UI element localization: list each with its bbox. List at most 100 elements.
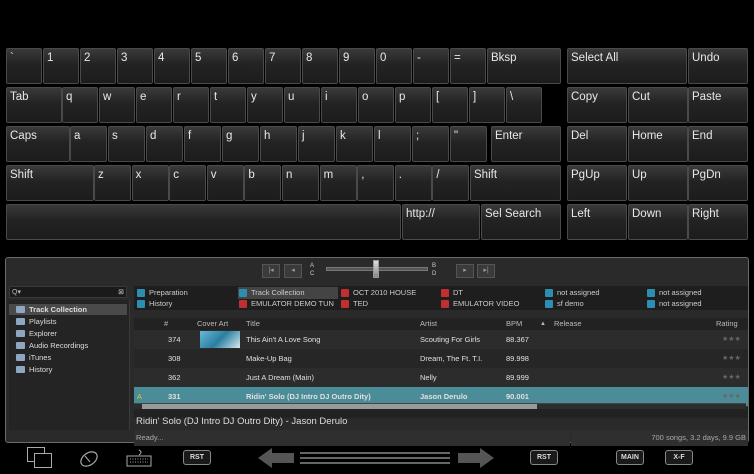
skip-start-button[interactable]: |◂ bbox=[262, 264, 280, 278]
key-r3-1[interactable]: a bbox=[70, 126, 107, 162]
key-r4-4[interactable]: v bbox=[206, 165, 244, 201]
favorite-slot-9[interactable]: EMULATOR VIDEO bbox=[440, 298, 540, 310]
tree-item-1[interactable]: Playlists bbox=[9, 316, 127, 327]
rating-stars[interactable]: ★★★ bbox=[722, 330, 741, 349]
edit-key-3-0[interactable]: PgUp bbox=[567, 165, 627, 201]
edit-key-2-1[interactable]: Home bbox=[628, 126, 688, 162]
edit-key-4-1[interactable]: Down bbox=[628, 204, 688, 240]
key-r2-8[interactable]: i bbox=[321, 87, 357, 123]
key-2[interactable]: 2 bbox=[80, 48, 116, 84]
col-header-artist[interactable]: Artist bbox=[420, 318, 437, 330]
horizontal-scrollbar[interactable] bbox=[134, 403, 746, 409]
key-1[interactable]: 1 bbox=[43, 48, 79, 84]
tree-item-3[interactable]: Audio Recordings bbox=[9, 340, 127, 351]
key-r3-6[interactable]: h bbox=[260, 126, 297, 162]
key-r3-3[interactable]: d bbox=[146, 126, 183, 162]
key-11[interactable]: - bbox=[413, 48, 449, 84]
key-0[interactable]: ` bbox=[6, 48, 42, 84]
http-key[interactable]: http:// bbox=[402, 204, 480, 240]
table-row[interactable]: 362 Just A Dream (Main) Nelly 89.999 ★★★ bbox=[134, 368, 748, 388]
key-r2-7[interactable]: u bbox=[284, 87, 320, 123]
favorite-slot-7[interactable]: EMULATOR DEMO TUN bbox=[238, 298, 338, 310]
key-r2-5[interactable]: t bbox=[210, 87, 246, 123]
key-r3-8[interactable]: k bbox=[336, 126, 373, 162]
key-10[interactable]: 0 bbox=[376, 48, 412, 84]
mouse-icon[interactable] bbox=[76, 447, 102, 469]
prev-button[interactable]: ◂ bbox=[284, 264, 302, 278]
space-key[interactable] bbox=[6, 204, 401, 240]
key-r2-6[interactable]: y bbox=[247, 87, 283, 123]
key-4[interactable]: 4 bbox=[154, 48, 190, 84]
favorite-slot-8[interactable]: TED bbox=[340, 298, 440, 310]
key-r4-6[interactable]: n bbox=[282, 165, 319, 201]
key-r4-3[interactable]: c bbox=[169, 165, 207, 201]
key-r4-9[interactable]: . bbox=[394, 165, 432, 201]
key-r4-5[interactable]: b bbox=[244, 165, 282, 201]
caps-key[interactable]: Caps bbox=[6, 126, 70, 162]
rst-button-left[interactable]: RST bbox=[183, 450, 211, 465]
favorite-slot-11[interactable]: not assigned bbox=[646, 298, 746, 310]
rst-button-right[interactable]: RST bbox=[530, 450, 558, 465]
edit-key-2-2[interactable]: End bbox=[688, 126, 748, 162]
key-r4-8[interactable]: , bbox=[357, 165, 395, 201]
key-r2-1[interactable]: q bbox=[62, 87, 98, 123]
key-9[interactable]: 9 bbox=[339, 48, 375, 84]
edit-key-3-2[interactable]: PgDn bbox=[688, 165, 748, 201]
rating-stars[interactable]: ★★★ bbox=[722, 349, 741, 368]
clear-search-icon[interactable]: ⊠ bbox=[118, 287, 124, 298]
sel-search-key[interactable]: Sel Search bbox=[481, 204, 561, 240]
key-r3-5[interactable]: g bbox=[222, 126, 259, 162]
key-r4-7[interactable]: m bbox=[319, 165, 357, 201]
tab-key[interactable]: Tab bbox=[6, 87, 62, 123]
main-button[interactable]: MAIN bbox=[616, 450, 644, 465]
key-r3-11[interactable]: " bbox=[450, 126, 487, 162]
key-r3-2[interactable]: s bbox=[108, 126, 145, 162]
key-r2-2[interactable]: w bbox=[99, 87, 135, 123]
next-button[interactable]: ▸ bbox=[456, 264, 474, 278]
edit-key-4-0[interactable]: Left bbox=[567, 204, 627, 240]
enter-key[interactable]: Enter bbox=[491, 126, 561, 162]
keyboard-icon[interactable] bbox=[125, 448, 153, 468]
left-shift-key[interactable]: Shift bbox=[6, 165, 94, 201]
key-r3-9[interactable]: l bbox=[374, 126, 411, 162]
edit-key-4-2[interactable]: Right bbox=[688, 204, 748, 240]
tree-item-2[interactable]: Explorer bbox=[9, 328, 127, 339]
col-header-number[interactable]: # bbox=[164, 318, 168, 330]
edit-key-1-1[interactable]: Cut bbox=[628, 87, 688, 123]
key-r3-7[interactable]: j bbox=[298, 126, 335, 162]
col-header-release[interactable]: Release bbox=[554, 318, 582, 330]
tree-item-4[interactable]: iTunes bbox=[9, 352, 127, 363]
key-r2-4[interactable]: r bbox=[173, 87, 209, 123]
edit-key-1-0[interactable]: Copy bbox=[567, 87, 627, 123]
backspace-key[interactable]: Bksp bbox=[487, 48, 561, 84]
table-row[interactable]: 308 Make-Up Bag Dream, The Ft. T.I. 89.998 ★… bbox=[134, 349, 748, 369]
edit-key-3-1[interactable]: Up bbox=[628, 165, 688, 201]
key-5[interactable]: 5 bbox=[191, 48, 227, 84]
right-arrow-icon[interactable] bbox=[458, 448, 494, 468]
key-r3-10[interactable]: ; bbox=[412, 126, 449, 162]
key-12[interactable]: = bbox=[450, 48, 486, 84]
edit-key-1-2[interactable]: Paste bbox=[688, 87, 748, 123]
col-header-bpm[interactable]: BPM bbox=[506, 318, 522, 330]
key-r4-10[interactable]: / bbox=[432, 165, 470, 201]
key-r2-9[interactable]: o bbox=[358, 87, 394, 123]
key-7[interactable]: 7 bbox=[265, 48, 301, 84]
edit-key-2-0[interactable]: Del bbox=[567, 126, 627, 162]
tree-item-5[interactable]: History bbox=[9, 364, 127, 375]
key-r2-11[interactable]: [ bbox=[432, 87, 468, 123]
col-header-rating[interactable]: Rating bbox=[716, 318, 738, 330]
tree-item-0[interactable]: Track Collection bbox=[9, 304, 127, 315]
key-r2-10[interactable]: p bbox=[395, 87, 431, 123]
favorite-slot-6[interactable]: History bbox=[136, 298, 236, 310]
col-header-title[interactable]: Title bbox=[246, 318, 260, 330]
key-3[interactable]: 3 bbox=[117, 48, 153, 84]
col-header-cover-art[interactable]: Cover Art bbox=[197, 318, 228, 330]
undo-key[interactable]: Undo bbox=[688, 48, 748, 84]
scrollbar-thumb[interactable] bbox=[142, 404, 537, 409]
crossfader-handle[interactable] bbox=[373, 260, 379, 278]
search-input[interactable]: Q▾ ⊠ bbox=[9, 286, 127, 298]
key-r4-1[interactable]: z bbox=[94, 165, 131, 201]
select-all-key[interactable]: Select All bbox=[567, 48, 687, 84]
key-r2-13[interactable]: \ bbox=[506, 87, 542, 123]
key-8[interactable]: 8 bbox=[302, 48, 338, 84]
